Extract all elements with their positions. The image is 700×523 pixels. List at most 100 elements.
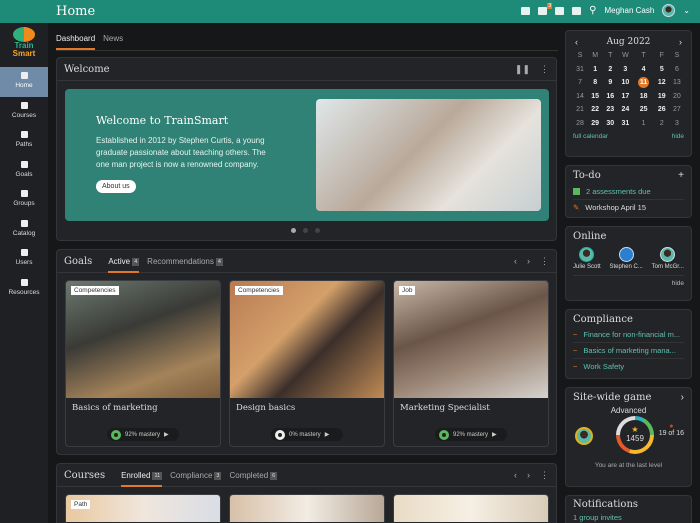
calendar-day[interactable]: 24	[618, 103, 633, 117]
calendar-day[interactable]: 30	[603, 117, 618, 131]
chevron-right-icon[interactable]: ›	[681, 392, 684, 403]
calendar-day[interactable]: 6	[669, 63, 684, 77]
calendar-day[interactable]: 5	[654, 63, 669, 77]
sidebar-item-home[interactable]: Home	[0, 67, 48, 97]
compliance-item[interactable]: ~Basics of marketing mana...	[573, 343, 684, 359]
next-month-icon[interactable]: ›	[679, 37, 682, 47]
more-icon[interactable]: ⋮	[540, 64, 549, 75]
sidebar-item-resources[interactable]: Resources	[0, 274, 48, 304]
calendar-day[interactable]: 1	[588, 63, 603, 77]
calendar-day[interactable]: 3	[618, 63, 633, 77]
calendar-day[interactable]: 20	[669, 90, 684, 104]
mastery-pill[interactable]: 0% mastery▶	[271, 428, 343, 441]
calendar-day[interactable]: 12	[654, 76, 669, 90]
next-icon[interactable]: ›	[527, 256, 530, 266]
tab-compliance[interactable]: Compliance3	[170, 464, 221, 487]
pause-icon[interactable]: ❚❚	[515, 64, 530, 75]
sidebar-item-courses[interactable]: Courses	[0, 97, 48, 127]
day-number: 1	[593, 66, 597, 73]
sidebar-item-users[interactable]: Users	[0, 244, 48, 274]
hide-link[interactable]: hide	[573, 275, 684, 287]
calendar-day[interactable]: 3	[669, 117, 684, 131]
calendar-day[interactable]: 7	[573, 76, 588, 90]
calendar-day[interactable]: 31	[618, 117, 633, 131]
sidebar-item-catalog[interactable]: Catalog	[0, 215, 48, 245]
online-user[interactable]: Julie Scott	[573, 247, 601, 270]
help-icon[interactable]	[572, 7, 581, 15]
calendar-day[interactable]: 11	[633, 76, 654, 90]
calendar-day[interactable]: 26	[654, 103, 669, 117]
calendar-day[interactable]: 27	[669, 103, 684, 117]
calendar-day[interactable]: 14	[573, 90, 588, 104]
calendar-day[interactable]: 25	[633, 103, 654, 117]
tab-completed[interactable]: Completed6	[229, 464, 277, 487]
user-icon	[21, 249, 28, 256]
calendar-day[interactable]: 4	[633, 63, 654, 77]
goal-card[interactable]: CompetenciesDesign basics0% mastery▶	[229, 280, 385, 447]
carousel-dot[interactable]	[303, 228, 308, 233]
user-name[interactable]: Meghan Cash	[604, 6, 654, 15]
more-icon[interactable]: ⋮	[540, 256, 549, 267]
course-card[interactable]	[393, 494, 549, 522]
carousel-dot[interactable]	[291, 228, 296, 233]
calendar-day[interactable]: 8	[588, 76, 603, 90]
mastery-pill[interactable]: 92% mastery▶	[435, 428, 507, 441]
calendar-day[interactable]: 17	[618, 90, 633, 104]
calendar-day[interactable]: 31	[573, 63, 588, 77]
prev-month-icon[interactable]: ‹	[575, 37, 578, 47]
chevron-down-icon[interactable]: ⌄	[683, 6, 690, 15]
goal-card[interactable]: JobMarketing Specialist92% mastery▶	[393, 280, 549, 447]
calendar-day[interactable]: 28	[573, 117, 588, 131]
calendar-day[interactable]: 15	[588, 90, 603, 104]
calendar-day[interactable]: 9	[603, 76, 618, 90]
carousel-dot[interactable]	[315, 228, 320, 233]
full-calendar-link[interactable]: full calendar	[573, 133, 608, 140]
groups-icon	[21, 190, 28, 197]
tab-dashboard[interactable]: Dashboard	[56, 27, 95, 50]
calendar-day[interactable]: 21	[573, 103, 588, 117]
todo-item[interactable]: ✎Workshop April 15	[573, 200, 684, 215]
tab-recommendations[interactable]: Recommendations4	[147, 250, 223, 273]
course-card[interactable]: Path	[65, 494, 221, 522]
online-user[interactable]: Tom McGr...	[652, 247, 684, 270]
calendar-day[interactable]: 16	[603, 90, 618, 104]
card-title: Marketing Specialist	[394, 398, 548, 428]
course-card[interactable]	[229, 494, 385, 522]
tab-active[interactable]: Active4	[108, 250, 139, 273]
notification-item[interactable]: 1 group invites	[573, 513, 684, 522]
add-icon[interactable]: +	[678, 170, 684, 181]
tab-news[interactable]: News	[103, 27, 123, 50]
calendar-icon[interactable]	[555, 7, 564, 15]
goal-card[interactable]: CompetenciesBasics of marketing92% maste…	[65, 280, 221, 447]
sidebar-item-groups[interactable]: Groups	[0, 185, 48, 215]
notifications-icon[interactable]: 3	[538, 7, 547, 15]
calendar-day[interactable]: 18	[633, 90, 654, 104]
todo-item[interactable]: 2 assessments due	[573, 184, 684, 200]
next-icon[interactable]: ›	[527, 470, 530, 480]
calendar-day[interactable]: 19	[654, 90, 669, 104]
logo[interactable]: TrainSmart	[0, 23, 48, 67]
calendar-day[interactable]: 1	[633, 117, 654, 131]
mail-icon[interactable]	[521, 7, 530, 15]
sidebar-item-paths[interactable]: Paths	[0, 126, 48, 156]
calendar-day[interactable]: 2	[603, 63, 618, 77]
calendar-day[interactable]: 22	[588, 103, 603, 117]
about-us-button[interactable]: About us	[96, 180, 136, 193]
calendar-day[interactable]: 2	[654, 117, 669, 131]
sidebar-item-goals[interactable]: Goals	[0, 156, 48, 186]
search-icon[interactable]: ⚲	[589, 5, 596, 16]
prev-icon[interactable]: ‹	[514, 256, 517, 266]
calendar-day[interactable]: 13	[669, 76, 684, 90]
prev-icon[interactable]: ‹	[514, 470, 517, 480]
hide-link[interactable]: hide	[672, 133, 684, 140]
compliance-item[interactable]: ~Finance for non-financial m...	[573, 327, 684, 343]
calendar-day[interactable]: 23	[603, 103, 618, 117]
tab-enrolled[interactable]: Enrolled11	[121, 464, 162, 487]
compliance-item[interactable]: ~Work Safety	[573, 359, 684, 374]
calendar-day[interactable]: 29	[588, 117, 603, 131]
calendar-day[interactable]: 10	[618, 76, 633, 90]
user-avatar[interactable]	[662, 4, 675, 17]
more-icon[interactable]: ⋮	[540, 470, 549, 481]
mastery-pill[interactable]: 92% mastery▶	[107, 428, 179, 441]
online-user[interactable]: Stephen C...	[609, 247, 642, 270]
